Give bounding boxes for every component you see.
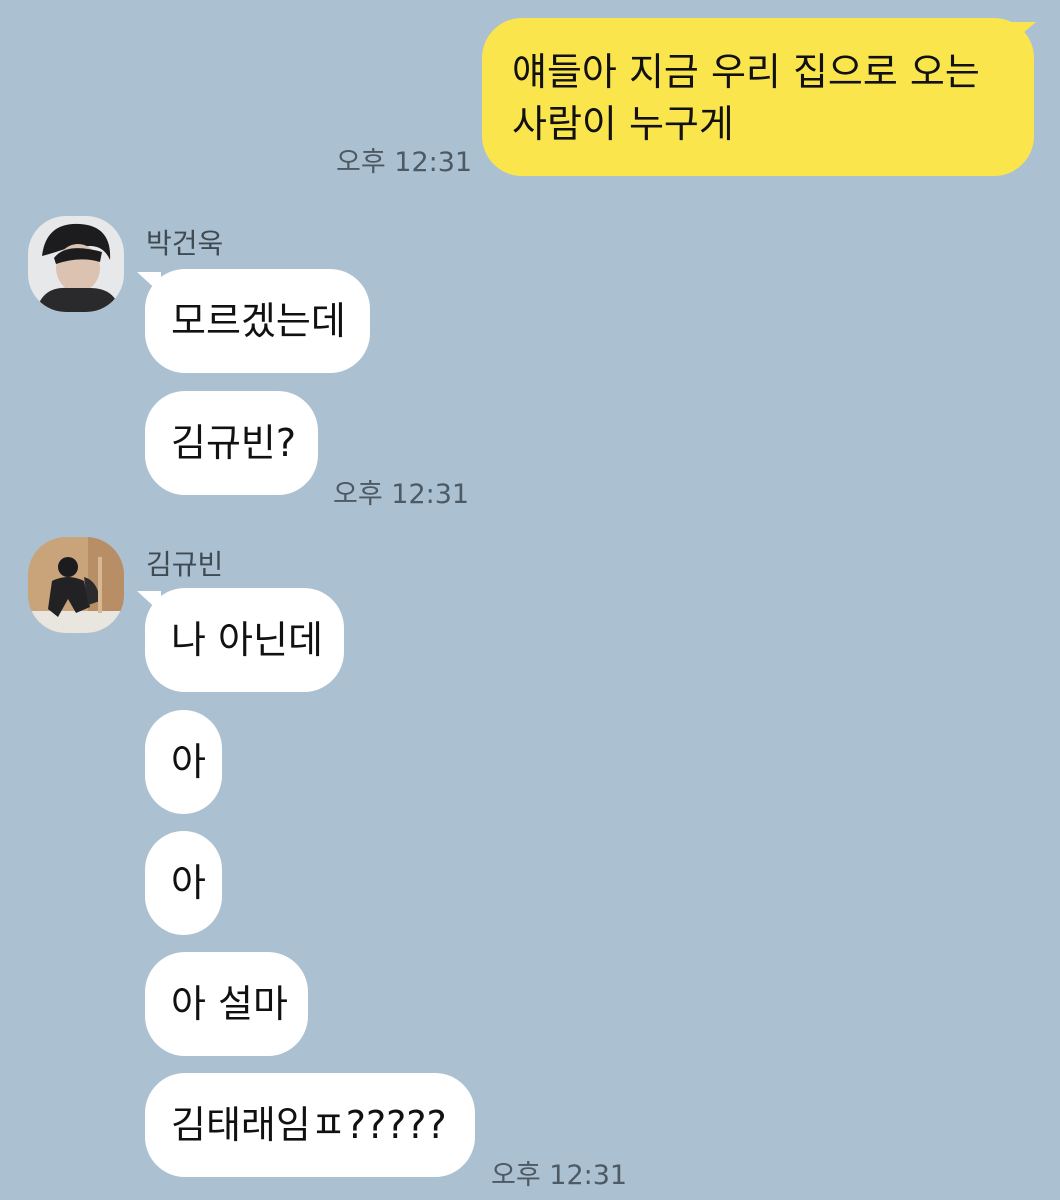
- incoming-message-bubble[interactable]: 아 설마: [145, 952, 308, 1056]
- sender-name: 박건욱: [146, 227, 224, 260]
- incoming-message-bubble[interactable]: 나 아닌데: [145, 588, 344, 692]
- incoming-message-bubble[interactable]: 아: [145, 710, 222, 814]
- incoming-message-bubble[interactable]: 김태래임ㅍ?????: [145, 1073, 475, 1177]
- incoming-message-bubble[interactable]: 모르겠는데: [145, 269, 370, 373]
- chat-area[interactable]: 오후 12:31 얘들아 지금 우리 집으로 오는 사람이 누구게 박건욱 모르…: [0, 0, 1060, 1200]
- sender-avatar[interactable]: [28, 216, 124, 312]
- message-timestamp: 오후 12:31: [336, 147, 473, 178]
- sender-name: 김규빈: [146, 548, 224, 581]
- sender-avatar[interactable]: [28, 537, 124, 633]
- outgoing-message-bubble[interactable]: 얘들아 지금 우리 집으로 오는 사람이 누구게: [482, 18, 1034, 176]
- incoming-message-bubble[interactable]: 아: [145, 831, 222, 935]
- incoming-message-bubble[interactable]: 김규빈?: [145, 391, 318, 495]
- message-timestamp: 오후 12:31: [333, 479, 470, 510]
- message-timestamp: 오후 12:31: [491, 1160, 628, 1191]
